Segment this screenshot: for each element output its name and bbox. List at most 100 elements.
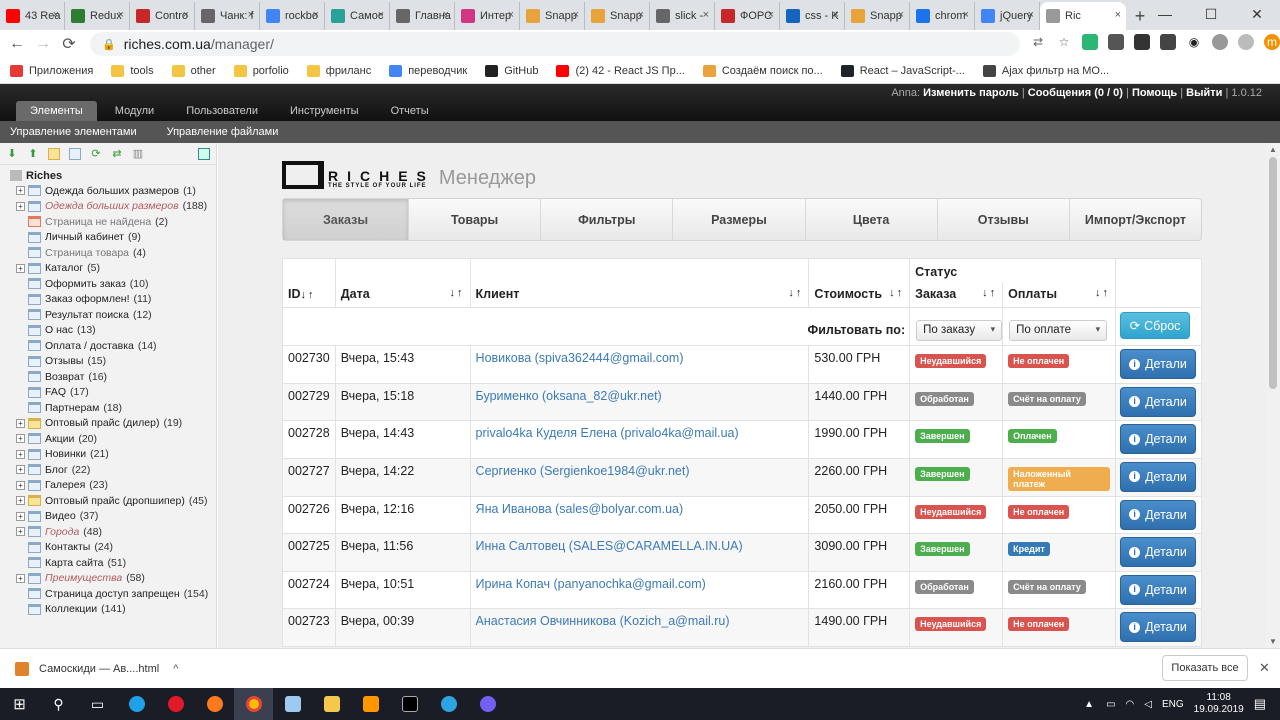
browser-tab[interactable]: Главна × <box>390 2 455 30</box>
expand-toggle-icon[interactable]: + <box>16 573 25 583</box>
bookmark-item[interactable]: porfolio <box>233 64 289 77</box>
volume-icon[interactable]: ◁ <box>1144 699 1152 710</box>
close-window-button[interactable]: ✕ <box>1234 0 1280 28</box>
tree-item[interactable]: + Галерея (23) <box>0 478 216 494</box>
taskbar-app-explorer[interactable] <box>312 688 351 720</box>
tree-item[interactable]: Страница товара (4) <box>0 245 216 261</box>
taskbar-app-chrome[interactable] <box>234 688 273 720</box>
search-button[interactable]: ⚲ <box>39 688 78 720</box>
taskbar-app-terminal[interactable] <box>390 688 429 720</box>
shield-extension-icon[interactable] <box>1082 34 1098 50</box>
tab-close-icon[interactable]: × <box>833 9 839 21</box>
details-button[interactable]: i Детали <box>1120 574 1196 605</box>
manager-tab[interactable]: Размеры <box>673 199 806 240</box>
scroll-down-arrow[interactable]: ▼ <box>1269 637 1277 646</box>
extension-icon[interactable] <box>1238 34 1254 50</box>
extension-icon[interactable] <box>1134 34 1150 50</box>
language-indicator[interactable]: ENG <box>1162 699 1184 710</box>
tab-close-icon[interactable]: × <box>1115 9 1121 21</box>
browser-tab[interactable]: Snapp × <box>845 2 910 30</box>
client-link[interactable]: Бурименко (oksana_82@ukr.net) <box>476 389 662 403</box>
translate-icon[interactable]: ⇄ <box>1030 34 1046 50</box>
filter-payment-select[interactable]: По оплате <box>1009 320 1108 341</box>
reset-button[interactable]: ⟳ Сброс <box>1120 312 1190 339</box>
browser-tab[interactable]: ФОРС × <box>715 2 780 30</box>
tab-close-icon[interactable]: × <box>183 9 189 21</box>
tab-close-icon[interactable]: × <box>53 9 59 21</box>
client-link[interactable]: Яна Иванова (sales@bolyar.com.ua) <box>476 502 684 516</box>
browser-tab[interactable]: css - K × <box>780 2 845 30</box>
details-button[interactable]: i Детали <box>1120 537 1196 567</box>
tree-item[interactable]: О нас (13) <box>0 323 216 339</box>
back-button[interactable]: ← <box>4 35 30 53</box>
tree-item[interactable]: FAQ (17) <box>0 385 216 401</box>
tree-item[interactable]: Карта сайта (51) <box>0 555 216 571</box>
trash-icon[interactable]: ▥ <box>132 148 144 160</box>
browser-tab[interactable]: rockbo × <box>260 2 325 30</box>
network-icon[interactable]: ▭ <box>1106 699 1115 710</box>
extension-icon[interactable] <box>1212 34 1228 50</box>
address-bar[interactable]: 🔒 riches.com.ua/manager/ <box>90 32 1020 56</box>
taskbar-app-firefox[interactable] <box>195 688 234 720</box>
show-all-button[interactable]: Показать все <box>1162 655 1248 681</box>
tree-item[interactable]: + Одежда больших размеров (1) <box>0 183 216 199</box>
browser-tab[interactable]: chrom × <box>910 2 975 30</box>
client-link[interactable]: Ирина Копач (panyanochka@gmail.com) <box>476 577 706 591</box>
tree-item[interactable]: Заказ оформлен! (11) <box>0 292 216 308</box>
tree-item[interactable]: Результат поиска (12) <box>0 307 216 323</box>
wifi-icon[interactable]: ◠ <box>1126 699 1135 710</box>
tab-close-icon[interactable]: × <box>768 9 774 21</box>
manager-tab[interactable]: Фильтры <box>541 199 674 240</box>
bookmark-item[interactable]: tools <box>111 64 154 77</box>
nav-tab-1[interactable]: Модули <box>101 101 168 121</box>
expand-toggle-icon[interactable]: + <box>16 201 25 211</box>
expand-toggle-icon[interactable]: + <box>16 418 25 428</box>
tree-item[interactable]: + Видео (37) <box>0 509 216 525</box>
tree-item[interactable]: Страница не найдена (2) <box>0 214 216 230</box>
col-date[interactable]: Дата ↓↑ <box>334 258 471 308</box>
minimize-button[interactable]: — <box>1142 0 1188 28</box>
browser-tab[interactable]: slick - × <box>650 2 715 30</box>
refresh-icon[interactable]: ⟳ <box>90 148 102 160</box>
taskbar-app-sublime[interactable] <box>351 688 390 720</box>
details-button[interactable]: i Детали <box>1120 349 1196 379</box>
tab-close-icon[interactable]: × <box>508 9 514 21</box>
tree-item[interactable]: + Блог (22) <box>0 462 216 478</box>
subnav-link[interactable]: Управление файлами <box>167 126 279 138</box>
taskbar-app-opera[interactable] <box>156 688 195 720</box>
col-client[interactable]: Клиент ↓↑ <box>469 258 810 308</box>
browser-tab[interactable]: Redux × <box>65 2 130 30</box>
expand-toggle-icon[interactable]: + <box>16 480 25 490</box>
tab-close-icon[interactable]: × <box>573 9 579 21</box>
profile-avatar[interactable]: m <box>1264 34 1280 50</box>
bookmark-item[interactable]: фриланс <box>306 64 371 77</box>
tree-item[interactable]: Оформить заказ (10) <box>0 276 216 292</box>
col-cost[interactable]: Стоимость ↓↑ <box>808 258 911 308</box>
expand-toggle-icon[interactable]: + <box>16 449 25 459</box>
bookmark-item[interactable]: React – JavaScript-... <box>840 64 965 77</box>
tree-item[interactable]: Возврат (16) <box>0 369 216 385</box>
chevron-up-icon[interactable]: ^ <box>173 663 178 675</box>
browser-tab[interactable]: Snapp × <box>520 2 585 30</box>
chevron-up-icon[interactable]: ▲ <box>1084 699 1094 710</box>
tree-item[interactable]: + Оптовый прайс (дилер) (19) <box>0 416 216 432</box>
sort-icon[interactable]: ↓↑ <box>301 289 316 301</box>
new-link-icon[interactable] <box>69 147 81 160</box>
messages-link[interactable]: Сообщения (0 / 0) <box>1028 87 1123 99</box>
tab-close-icon[interactable]: × <box>118 9 124 21</box>
nav-tab-3[interactable]: Инструменты <box>276 101 373 121</box>
tree-item[interactable]: Коллекции (141) <box>0 602 216 618</box>
sort-icon[interactable]: ↓↑ <box>788 287 803 299</box>
browser-tab[interactable]: jQuery × <box>975 2 1040 30</box>
manager-tab[interactable]: Товары <box>409 199 542 240</box>
clock[interactable]: 11:08 19.09.2019 <box>1194 692 1244 716</box>
tab-close-icon[interactable]: × <box>638 9 644 21</box>
filter-order-select[interactable]: По заказу <box>916 320 1003 341</box>
expand-all-icon[interactable]: ⬇ <box>6 148 18 160</box>
notifications-icon[interactable]: ▤ <box>1254 696 1266 712</box>
sort-icon[interactable]: ↓↑ <box>982 287 997 299</box>
tree-item[interactable]: + Каталог (5) <box>0 261 216 277</box>
bookmark-item[interactable]: (2) 42 - React JS Пр... <box>556 64 685 77</box>
maximize-button[interactable]: ☐ <box>1188 0 1234 28</box>
browser-tab[interactable]: Snapp × <box>585 2 650 30</box>
